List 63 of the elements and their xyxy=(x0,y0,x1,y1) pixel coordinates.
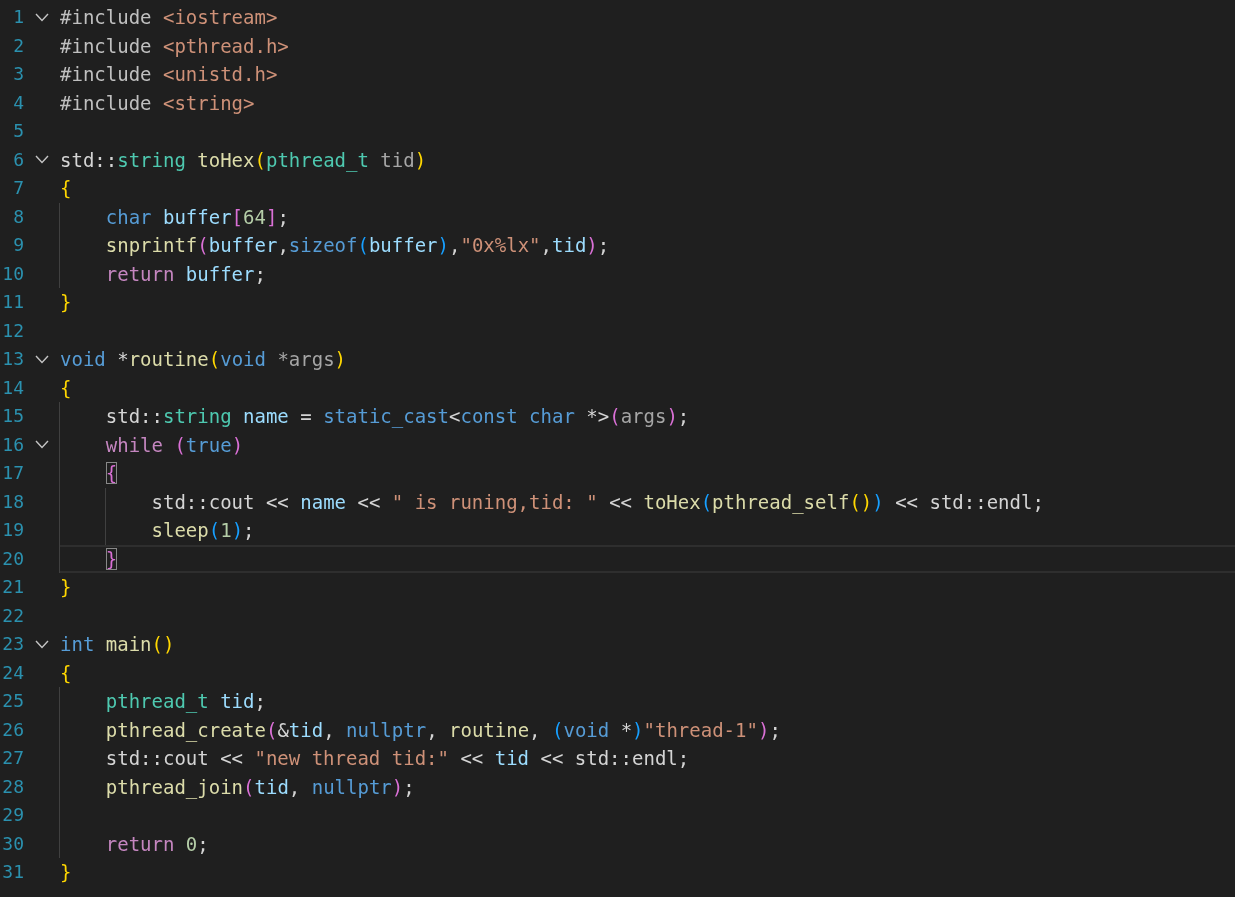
code-line: std::string toHex(pthread_t tid) xyxy=(60,147,427,174)
line-number: 14 xyxy=(1,375,24,400)
code-line: pthread_join(tid, nullptr); xyxy=(60,772,415,801)
fold-chevron-icon[interactable] xyxy=(35,639,49,649)
line-number: 12 xyxy=(1,318,24,343)
fold-chevron-icon[interactable] xyxy=(35,354,49,364)
line-number: 15 xyxy=(1,404,24,428)
code-line: } xyxy=(60,290,72,315)
code-line: { xyxy=(60,459,118,488)
code-line: { xyxy=(60,660,72,686)
code-line: #include <unistd.h> xyxy=(60,62,278,87)
line-number: 26 xyxy=(1,717,24,742)
code-line: } xyxy=(60,575,72,600)
code-line: #include <string> xyxy=(60,90,255,116)
line-number: 16 xyxy=(1,432,24,457)
code-line: return 0; xyxy=(60,829,209,858)
line-number: 19 xyxy=(1,518,24,542)
code-line: int main() xyxy=(60,632,175,657)
line-number: 1 xyxy=(12,5,24,29)
line-number: 6 xyxy=(12,147,24,172)
line-number: 31 xyxy=(1,860,24,884)
line-number: 7 xyxy=(12,176,24,200)
line-number: 29 xyxy=(1,803,24,827)
line-number: 11 xyxy=(1,290,24,314)
code-line: { xyxy=(60,375,72,401)
line-number: 17 xyxy=(1,461,24,485)
code-line: void *routine(void *args) xyxy=(60,347,347,372)
fold-chevron-icon[interactable] xyxy=(35,155,49,165)
code-line: return buffer; xyxy=(60,259,266,288)
line-number: 22 xyxy=(1,603,24,628)
line-number: 20 xyxy=(1,546,24,571)
code-line: pthread_t tid; xyxy=(60,687,266,716)
line-number: 9 xyxy=(12,233,24,257)
code-line: sleep(1); xyxy=(60,516,255,545)
code-line: } xyxy=(60,544,118,573)
code-line: while (true) xyxy=(60,430,244,459)
line-number: 8 xyxy=(12,204,24,229)
line-number: 10 xyxy=(1,261,24,286)
code-line: std::cout << "new thread tid:" << tid << std::endl; xyxy=(60,744,690,773)
line-number: 21 xyxy=(1,575,24,599)
line-number: 28 xyxy=(1,774,24,799)
line-number: 27 xyxy=(1,746,24,770)
code-line: #include <pthread.h> xyxy=(60,33,289,59)
line-number: 3 xyxy=(12,62,24,86)
code-line: pthread_create(&tid, nullptr, routine, (void *)"thread-1"); xyxy=(60,715,781,744)
code-line: std::cout << name << " is runing,tid: " << toHex(pthread_self()) << std::endl; xyxy=(60,487,1044,516)
line-number: 30 xyxy=(1,831,24,856)
code-line: snprintf(buffer,sizeof(buffer),"0x%lx",tid); xyxy=(60,231,610,260)
line-number: 23 xyxy=(1,632,24,656)
line-number: 25 xyxy=(1,689,24,713)
line-number: 24 xyxy=(1,660,24,685)
code-line: #include <iostream> xyxy=(60,5,278,30)
line-number: 2 xyxy=(12,33,24,58)
line-number: 4 xyxy=(12,90,24,115)
code-line: { xyxy=(60,176,72,201)
fold-chevron-icon[interactable] xyxy=(35,12,49,22)
code-line: char buffer[64]; xyxy=(60,202,289,231)
code-line: std::string name = static_cast<const char *>(args); xyxy=(60,402,690,431)
line-number: 5 xyxy=(12,119,24,143)
line-number: 18 xyxy=(1,489,24,514)
fold-chevron-icon[interactable] xyxy=(35,440,49,450)
code-line: } xyxy=(60,860,72,885)
line-number: 13 xyxy=(1,347,24,371)
